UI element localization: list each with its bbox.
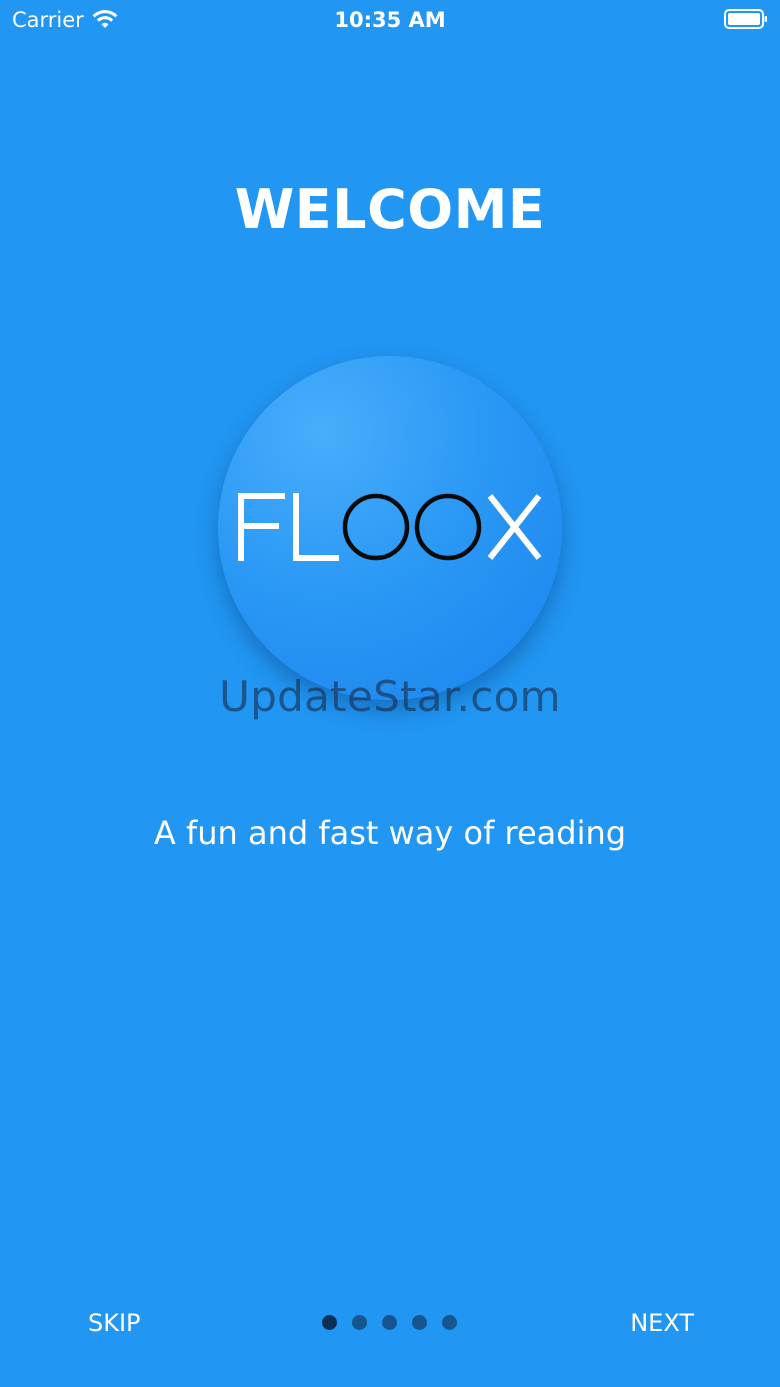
- page-dot-1[interactable]: [322, 1315, 337, 1330]
- page-dot-3[interactable]: [382, 1315, 397, 1330]
- status-bar: Carrier 10:35 AM: [0, 0, 780, 40]
- page-dot-4[interactable]: [412, 1315, 427, 1330]
- onboarding-nav-bar: SKIP NEXT: [0, 1300, 780, 1350]
- floox-logo-wordmark: [238, 493, 542, 561]
- page-indicator[interactable]: [322, 1315, 457, 1330]
- page-dot-5[interactable]: [442, 1315, 457, 1330]
- welcome-title: WELCOME: [234, 178, 546, 241]
- tagline: A fun and fast way of reading: [153, 814, 627, 852]
- battery-icon: [724, 9, 767, 29]
- page-dot-2[interactable]: [352, 1315, 367, 1330]
- next-button[interactable]: NEXT: [630, 1309, 694, 1337]
- watermark-text: UpdateStar.com: [219, 672, 561, 721]
- skip-button[interactable]: SKIP: [88, 1309, 141, 1337]
- status-time: 10:35 AM: [334, 8, 446, 32]
